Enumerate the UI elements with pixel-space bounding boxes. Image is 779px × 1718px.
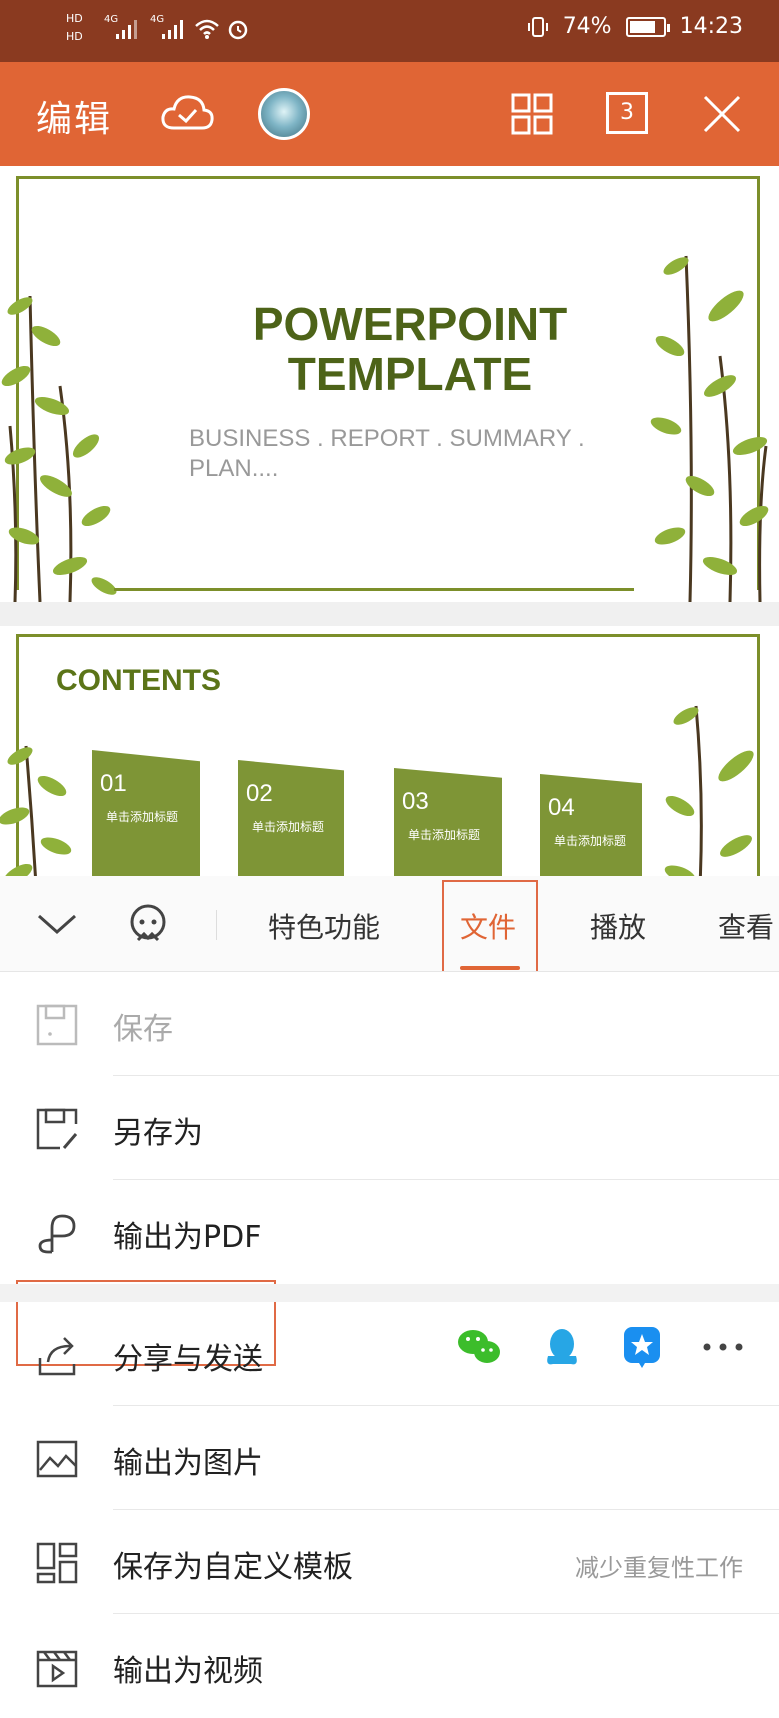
menu-item-hint: 减少重复性工作 [575, 1554, 743, 1582]
card-label: 单击添加标题 [106, 810, 179, 824]
section-gap [0, 1284, 779, 1302]
dingtalk-icon[interactable] [623, 1326, 661, 1368]
tab-play[interactable]: 播放 [590, 906, 646, 946]
contents-card-4: 04 单击添加标题 [540, 774, 642, 876]
cloud-sync-icon[interactable] [160, 90, 214, 134]
menu-item-label: 输出为PDF [113, 1220, 262, 1255]
bottom-menu-sheet: 特色功能 文件 播放 查看 保存 另存为 输出为PDF 分享与发送 输出为图片 … [0, 876, 779, 1689]
menu-item-label: 输出为图片 [113, 1446, 263, 1481]
slide-subtitle-line-2: PLAN.... [189, 455, 279, 482]
clock-time: 14:23 [679, 14, 743, 39]
tab-file-highlight [442, 880, 538, 971]
save-as-icon [36, 1108, 78, 1150]
menu-item-save[interactable]: 保存 [0, 972, 779, 1076]
tab-divider [216, 910, 217, 940]
slide-title: POWERPOINT TEMPLATE [180, 299, 640, 399]
signal-icon [116, 20, 137, 39]
chevron-down-icon[interactable] [36, 910, 78, 938]
menu-item-label: 输出为视频 [113, 1654, 263, 1689]
plant-decoration-left [0, 745, 72, 876]
plant-decoration-right [650, 255, 769, 602]
qq-icon[interactable] [543, 1326, 581, 1368]
slide-bottom-rule [114, 588, 634, 591]
close-icon[interactable] [702, 94, 742, 134]
wechat-icon[interactable] [457, 1327, 501, 1367]
page-count: 3 [620, 100, 634, 125]
battery-icon [625, 16, 670, 37]
video-icon [36, 1650, 78, 1688]
status-bar: HD HD 4G 4G 74% 14:23 [0, 0, 779, 62]
pdf-icon [38, 1214, 76, 1254]
slide-2[interactable]: CONTENTS 01 单击添加标题 02 单击添加标题 03 单击添加标题 0… [0, 626, 779, 876]
menu-item-save-template[interactable]: 保存为自定义模板 减少重复性工作 [0, 1510, 779, 1614]
tab-view[interactable]: 查看 [718, 906, 774, 946]
plant-decoration-left [1, 295, 117, 602]
menu-item-save-as[interactable]: 另存为 [0, 1076, 779, 1180]
hd-indicator-1: HD [66, 12, 83, 25]
menu-item-export-image[interactable]: 输出为图片 [0, 1406, 779, 1510]
card-label: 单击添加标题 [554, 834, 627, 848]
contents-title: CONTENTS [56, 664, 221, 697]
hd-indicator-2: HD [66, 30, 83, 43]
edit-button[interactable]: 编辑 [36, 90, 112, 142]
share-targets [457, 1326, 743, 1368]
card-label: 单击添加标题 [252, 820, 325, 834]
page-count-button[interactable]: 3 [606, 92, 648, 134]
image-icon [36, 1440, 78, 1478]
share-icon [38, 1337, 76, 1376]
file-menu-list: 保存 另存为 输出为PDF 分享与发送 输出为图片 保存为自定义模板 减少重复性… [0, 972, 779, 1689]
slide-1[interactable]: POWERPOINT TEMPLATE BUSINESS . REPORT . … [0, 166, 779, 602]
avatar[interactable] [258, 88, 310, 140]
grid-view-icon[interactable] [510, 92, 554, 136]
more-icon[interactable] [703, 1342, 743, 1352]
card-number: 02 [246, 780, 273, 807]
card-number: 03 [402, 788, 429, 815]
slide-subtitle-line-1: BUSINESS . REPORT . SUMMARY . [189, 425, 585, 452]
slide-preview-area: POWERPOINT TEMPLATE BUSINESS . REPORT . … [0, 166, 779, 876]
slide-subtitle: BUSINESS . REPORT . SUMMARY . PLAN.... [189, 424, 609, 484]
battery-percent: 74% [562, 14, 612, 39]
signal-icon-2 [162, 20, 183, 39]
network-indicators: HD HD [66, 10, 83, 46]
menu-item-label: 保存 [113, 1012, 173, 1047]
menu-item-share[interactable]: 分享与发送 [0, 1302, 779, 1406]
card-number: 04 [548, 794, 575, 821]
toolbar-tabs: 特色功能 文件 播放 查看 [0, 876, 779, 972]
assistant-icon[interactable] [126, 902, 170, 946]
menu-item-label: 另存为 [113, 1116, 203, 1151]
save-icon [36, 1004, 78, 1046]
contents-card-1: 01 单击添加标题 [92, 750, 200, 876]
contents-card-3: 03 单击添加标题 [394, 768, 502, 876]
wifi-icon [195, 19, 219, 39]
alarm-icon [228, 20, 248, 40]
menu-item-label: 保存为自定义模板 [113, 1550, 353, 1585]
slide-title-line-1: POWERPOINT [252, 298, 568, 350]
contents-card-2: 02 单击添加标题 [238, 760, 344, 876]
card-number: 01 [100, 770, 127, 797]
menu-item-export-video[interactable]: 输出为视频 [0, 1614, 779, 1718]
menu-item-label: 分享与发送 [113, 1342, 263, 1377]
menu-item-export-pdf[interactable]: 输出为PDF [0, 1180, 779, 1284]
app-bar: 编辑 3 [0, 62, 779, 166]
template-icon [36, 1542, 78, 1584]
plant-decoration-right [664, 705, 754, 876]
vibrate-icon [527, 16, 548, 37]
status-right: 74% 14:23 [527, 14, 743, 39]
slide-title-line-2: TEMPLATE [287, 348, 533, 400]
tab-featured[interactable]: 特色功能 [268, 906, 380, 946]
card-label: 单击添加标题 [408, 828, 481, 842]
